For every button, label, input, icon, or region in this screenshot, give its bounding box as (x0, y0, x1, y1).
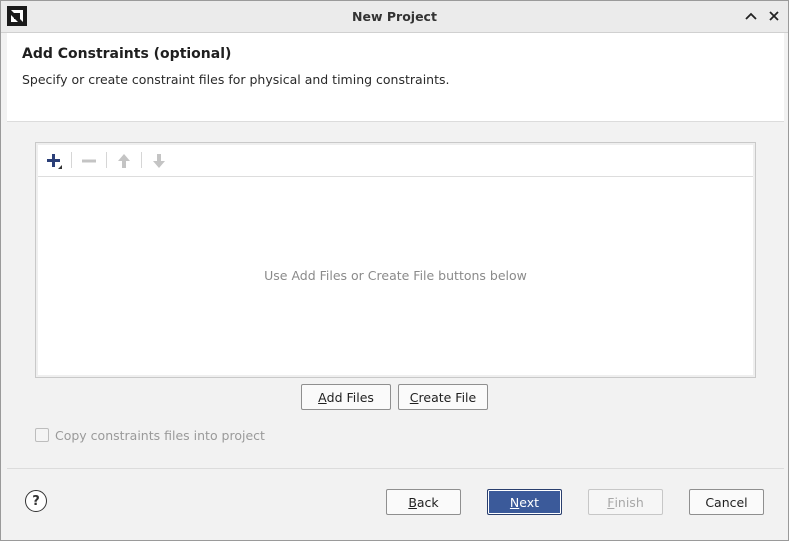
back-mnemonic: B (408, 494, 417, 510)
next-mnemonic: N (509, 494, 520, 510)
back-label: ack (416, 494, 439, 510)
close-icon (769, 11, 779, 21)
next-label: ext (519, 494, 540, 510)
next-button[interactable]: Next (487, 489, 562, 515)
help-icon: ? (32, 493, 40, 509)
copy-constraints-checkbox[interactable] (35, 428, 49, 442)
plus-icon (47, 154, 62, 169)
close-button[interactable] (765, 7, 783, 25)
cancel-label: Cancel (705, 494, 748, 510)
constraint-files-panel: Use Add Files or Create File buttons bel… (35, 142, 756, 378)
create-file-button[interactable]: Create File (398, 384, 488, 410)
toolbar-separator (106, 152, 107, 168)
create-file-label: reate File (418, 389, 477, 405)
copy-constraints-label: Copy constraints files into project (55, 427, 265, 443)
cancel-button[interactable]: Cancel (689, 489, 764, 515)
new-project-dialog: New Project Add Constraints (optional) S… (0, 0, 789, 541)
toolbar-separator (71, 152, 72, 168)
footer-divider (7, 468, 784, 469)
add-files-mnemonic: A (318, 389, 327, 405)
back-button[interactable]: Back (386, 489, 461, 515)
arrow-down-icon (153, 154, 165, 168)
page-title: Add Constraints (optional) (22, 46, 232, 62)
create-file-mnemonic: C (409, 389, 419, 405)
window-title: New Project (352, 9, 437, 24)
help-button[interactable]: ? (25, 490, 47, 512)
page-description: Specify or create constraint files for p… (22, 72, 450, 87)
finish-label: inish (614, 494, 644, 510)
chevron-up-icon (745, 12, 757, 20)
finish-mnemonic: F (607, 494, 615, 510)
copy-constraints-option[interactable]: Copy constraints files into project (35, 427, 265, 443)
toolbar-separator (141, 152, 142, 168)
finish-button[interactable]: Finish (588, 489, 663, 515)
remove-button[interactable] (78, 151, 100, 171)
minus-icon (82, 159, 96, 163)
add-files-button[interactable]: Add Files (301, 384, 391, 410)
file-list-toolbar (38, 145, 753, 177)
page-header: Add Constraints (optional) Specify or cr… (7, 33, 784, 122)
empty-list-hint: Use Add Files or Create File buttons bel… (264, 268, 527, 283)
title-bar[interactable]: New Project (1, 1, 788, 33)
move-down-button[interactable] (148, 151, 170, 171)
arrow-up-icon (118, 154, 130, 168)
move-up-button[interactable] (113, 151, 135, 171)
add-button[interactable] (43, 151, 65, 171)
add-files-label: dd Files (326, 389, 374, 405)
collapse-button[interactable] (742, 7, 760, 25)
